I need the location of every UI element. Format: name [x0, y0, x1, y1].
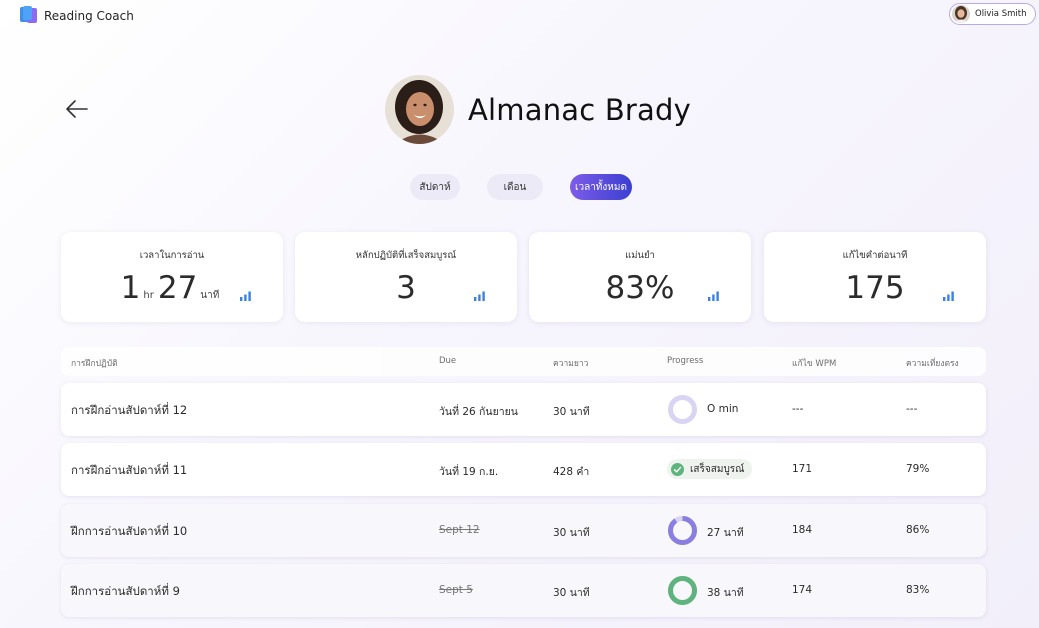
stat-card-wpm: แก้ไขคำต่อนาที 175	[764, 232, 986, 322]
bar-chart-icon[interactable]	[943, 291, 954, 301]
status-text: เสร็จสมบูรณ์	[690, 463, 745, 475]
assignment-name: การฝึกอ่านสัปดาห์ที่ 11	[71, 463, 188, 477]
progress-ring	[668, 516, 697, 545]
user-avatar	[952, 5, 970, 23]
due-date: วันที่ 19 ก.ย.	[439, 466, 499, 478]
length: 428 คำ	[553, 466, 590, 478]
progress-ring-fill	[668, 576, 697, 605]
due-date: Sept 5	[439, 584, 473, 596]
time-range-tabs: สัปดาห์ เดือน เวลาทั้งหมด	[0, 174, 1039, 201]
stat-label: แก้ไขคำต่อนาที	[842, 250, 908, 261]
back-arrow-icon[interactable]	[64, 97, 90, 121]
column-header-length[interactable]: ความยาว	[553, 356, 588, 370]
length: 30 นาที	[553, 587, 590, 599]
accuracy-value: 79%	[906, 463, 930, 475]
table-row[interactable]: ฝึกการอ่านสัปดาห์ที่ 9 Sept 5 30 นาที 38…	[61, 564, 986, 617]
column-header-practice[interactable]: การฝึกปฏิบัติ	[71, 356, 118, 370]
status-badge: เสร็จสมบูรณ์	[667, 459, 753, 479]
stat-label: หลักปฏิบัติที่เสร็จสมบูรณ์	[355, 250, 457, 261]
tab-month[interactable]: เดือน	[487, 174, 543, 200]
bar-chart-icon[interactable]	[474, 291, 485, 301]
stat-minutes-unit: นาที	[200, 290, 220, 301]
length: 30 นาที	[553, 406, 590, 418]
stat-card-accuracy: แม่นยำ 83%	[529, 232, 751, 322]
length: 30 นาที	[553, 527, 590, 539]
assignment-name: ฝึกการอ่านสัปดาห์ที่ 10	[71, 524, 188, 538]
accuracy-value: ---	[906, 403, 918, 415]
wpm-value: ---	[792, 403, 804, 415]
wpm-value: 174	[792, 584, 813, 596]
user-name: Olivia Smith	[975, 9, 1027, 19]
tab-week[interactable]: สัปดาห์	[410, 174, 460, 200]
column-header-wpm[interactable]: แก้ไข WPM	[792, 356, 836, 370]
stat-hours-unit: hr	[143, 290, 154, 301]
user-account-button[interactable]: Olivia Smith	[949, 3, 1036, 25]
table-row[interactable]: ฝึกการอ่านสัปดาห์ที่ 10 Sept 12 30 นาที …	[61, 504, 986, 557]
progress-ring-track	[668, 395, 697, 424]
table-row[interactable]: การฝึกอ่านสัปดาห์ที่ 12 วันที่ 26 กันยาย…	[61, 383, 986, 436]
stat-hours-value: 1	[120, 270, 141, 306]
column-header-due[interactable]: Due	[439, 356, 456, 366]
accuracy-value: 83%	[906, 584, 930, 596]
checkmark-icon	[671, 462, 684, 476]
progress-ring-fill	[668, 516, 697, 545]
due-date: Sept 12	[439, 524, 480, 536]
wpm-value: 184	[792, 524, 813, 536]
book-stack-icon	[20, 6, 37, 23]
column-header-progress[interactable]: Progress	[667, 356, 703, 366]
progress-text: 27 นาที	[707, 527, 744, 539]
stat-label: เวลาในการอ่าน	[139, 250, 205, 261]
top-bar: Reading Coach Olivia Smith	[0, 0, 1039, 34]
app-title: Reading Coach	[44, 9, 134, 23]
stat-card-completed: หลักปฏิบัติที่เสร็จสมบูรณ์ 3	[295, 232, 517, 322]
bar-chart-icon[interactable]	[240, 291, 251, 301]
stat-minutes-value: 27	[157, 270, 198, 306]
assignment-name: การฝึกอ่านสัปดาห์ที่ 12	[71, 403, 188, 417]
wpm-value: 171	[792, 463, 813, 475]
progress-text: O min	[707, 403, 739, 415]
tab-all-time[interactable]: เวลาทั้งหมด	[570, 174, 632, 200]
bar-chart-icon[interactable]	[708, 291, 719, 301]
due-date: วันที่ 26 กันยายน	[439, 406, 518, 418]
table-row[interactable]: การฝึกอ่านสัปดาห์ที่ 11 วันที่ 19 ก.ย. 4…	[61, 443, 986, 496]
progress-text: 38 นาที	[707, 587, 744, 599]
progress-ring	[668, 395, 697, 424]
student-name: Almanac Brady	[468, 93, 691, 127]
assignment-name: ฝึกการอ่านสัปดาห์ที่ 9	[71, 584, 180, 598]
accuracy-value: 86%	[906, 524, 930, 536]
student-avatar	[385, 75, 454, 144]
table-header: การฝึกปฏิบัติ Due ความยาว Progress แก้ไข…	[61, 347, 986, 376]
column-header-accuracy[interactable]: ความเที่ยงตรง	[906, 356, 959, 370]
stat-label: แม่นยำ	[625, 250, 655, 261]
progress-ring	[668, 576, 697, 605]
stat-card-reading-time: เวลาในการอ่าน 1 hr 27 นาที	[61, 232, 283, 322]
